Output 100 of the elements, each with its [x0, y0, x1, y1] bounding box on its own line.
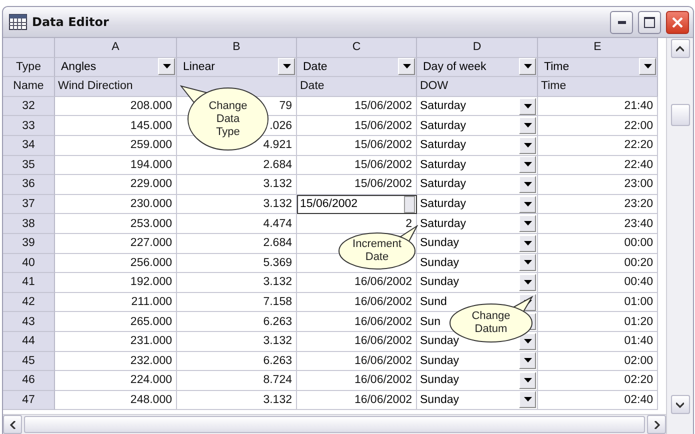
maximize-button[interactable]: [638, 10, 661, 34]
dropdown-button[interactable]: [519, 136, 536, 154]
table-cell: 229.000: [55, 175, 177, 195]
column-header[interactable]: E: [538, 38, 658, 58]
table-cell: 231.000: [55, 332, 177, 352]
column-header[interactable]: C: [297, 38, 417, 58]
dropdown-button[interactable]: [519, 352, 536, 370]
row-number[interactable]: 43: [3, 312, 55, 332]
caret-icon: [524, 260, 532, 266]
dropdown-button[interactable]: [519, 274, 536, 291]
dropdown-button[interactable]: [519, 117, 536, 134]
table-cell: Saturday: [417, 194, 538, 214]
scroll-thumb[interactable]: [24, 416, 645, 433]
table-cell: Saturday: [417, 175, 538, 195]
table-cell: 2.684: [177, 234, 297, 254]
table-cell: 22:40: [538, 156, 658, 176]
type-selector[interactable]: Angles: [55, 58, 177, 78]
dropdown-button[interactable]: [639, 58, 656, 76]
table-cell: 8.724: [177, 371, 297, 391]
column-header[interactable]: B: [177, 38, 297, 58]
row-number[interactable]: 32: [3, 96, 55, 116]
table-cell: 208.000: [55, 96, 177, 116]
row-number[interactable]: 42: [3, 292, 55, 312]
spinner-icon[interactable]: [404, 196, 415, 213]
row-number[interactable]: 35: [3, 156, 55, 176]
table-cell: Sunday: [417, 371, 538, 391]
row-number[interactable]: 44: [3, 332, 55, 352]
dropdown-button[interactable]: [398, 58, 415, 76]
table-cell: 224.000: [55, 371, 177, 391]
table-cell: 22:20: [538, 136, 658, 156]
type-selector[interactable]: Linear: [177, 58, 297, 78]
table-cell: 15/06/2002: [297, 156, 417, 176]
table-cell: 192.000: [55, 273, 177, 293]
dropdown-button[interactable]: [519, 215, 536, 232]
row-number[interactable]: 34: [3, 136, 55, 156]
scroll-down-button[interactable]: [670, 395, 690, 414]
scroll-up-button[interactable]: [670, 39, 690, 58]
vertical-scrollbar[interactable]: [666, 38, 693, 434]
table-cell: 211.000: [55, 292, 177, 312]
row-number[interactable]: 37: [3, 194, 55, 214]
minimize-button[interactable]: [610, 10, 633, 34]
table-cell: 253.000: [55, 214, 177, 234]
table-cell: 00:40: [538, 273, 658, 293]
table-cell: 02:40: [538, 390, 658, 410]
scroll-thumb[interactable]: [670, 104, 690, 126]
table-cell: 22:00: [538, 116, 658, 136]
caret-icon: [524, 162, 532, 168]
dropdown-button[interactable]: [519, 254, 536, 272]
row-number[interactable]: 36: [3, 175, 55, 195]
maximize-icon: [644, 16, 655, 28]
table-cell: 23:40: [538, 214, 658, 234]
chevron-down-icon: [676, 402, 684, 408]
type-selector[interactable]: Date: [297, 58, 417, 78]
dropdown-button[interactable]: [519, 234, 536, 252]
table-cell: 16/06/2002: [297, 312, 417, 332]
caret-icon: [524, 142, 532, 148]
scroll-right-button[interactable]: [647, 415, 666, 434]
type-selector[interactable]: Day of week: [417, 58, 538, 78]
row-number[interactable]: 40: [3, 254, 55, 274]
caret-icon: [524, 280, 532, 285]
dropdown-button[interactable]: [519, 98, 536, 115]
dropdown-button[interactable]: [519, 176, 536, 193]
table-cell: 16/06/2002: [297, 292, 417, 312]
horizontal-scrollbar[interactable]: [3, 414, 666, 434]
table-cell: 02:00: [538, 352, 658, 372]
scroll-left-button[interactable]: [3, 415, 22, 434]
chevron-up-icon: [676, 46, 684, 52]
row-number[interactable]: 47: [3, 390, 55, 410]
column-header[interactable]: A: [55, 38, 177, 58]
row-number[interactable]: 38: [3, 214, 55, 234]
table-cell: 256.000: [55, 254, 177, 274]
close-button[interactable]: [666, 10, 689, 34]
dropdown-button[interactable]: [278, 58, 295, 76]
table-cell: 265.000: [55, 312, 177, 332]
caret-icon: [282, 64, 290, 70]
table-cell: 00:00: [538, 234, 658, 254]
caret-icon: [524, 104, 532, 109]
table-cell: 15/06/2002: [297, 175, 417, 195]
row-number[interactable]: 33: [3, 116, 55, 136]
column-name: Wind Direction: [55, 77, 177, 97]
column-header[interactable]: D: [417, 38, 538, 58]
table-cell: Saturday: [417, 214, 538, 234]
row-number[interactable]: 46: [3, 371, 55, 391]
dropdown-button[interactable]: [158, 58, 175, 76]
table-cell: 6.263: [177, 352, 297, 372]
dropdown-button[interactable]: [519, 372, 536, 389]
row-number[interactable]: 45: [3, 352, 55, 372]
table-cell: 15/06/2002: [297, 136, 417, 156]
dropdown-button[interactable]: [519, 58, 536, 76]
row-number[interactable]: 39: [3, 234, 55, 254]
table-cell: 01:00: [538, 292, 658, 312]
dropdown-button[interactable]: [519, 156, 536, 174]
table-cell: 00:20: [538, 254, 658, 274]
dropdown-button[interactable]: [519, 391, 536, 408]
dropdown-button[interactable]: [519, 196, 536, 213]
date-edit-field[interactable]: 15/06/2002: [297, 194, 417, 214]
dropdown-button[interactable]: [519, 332, 536, 350]
row-number[interactable]: 41: [3, 273, 55, 293]
type-selector[interactable]: Time: [538, 58, 658, 78]
table-cell: 248.000: [55, 390, 177, 410]
